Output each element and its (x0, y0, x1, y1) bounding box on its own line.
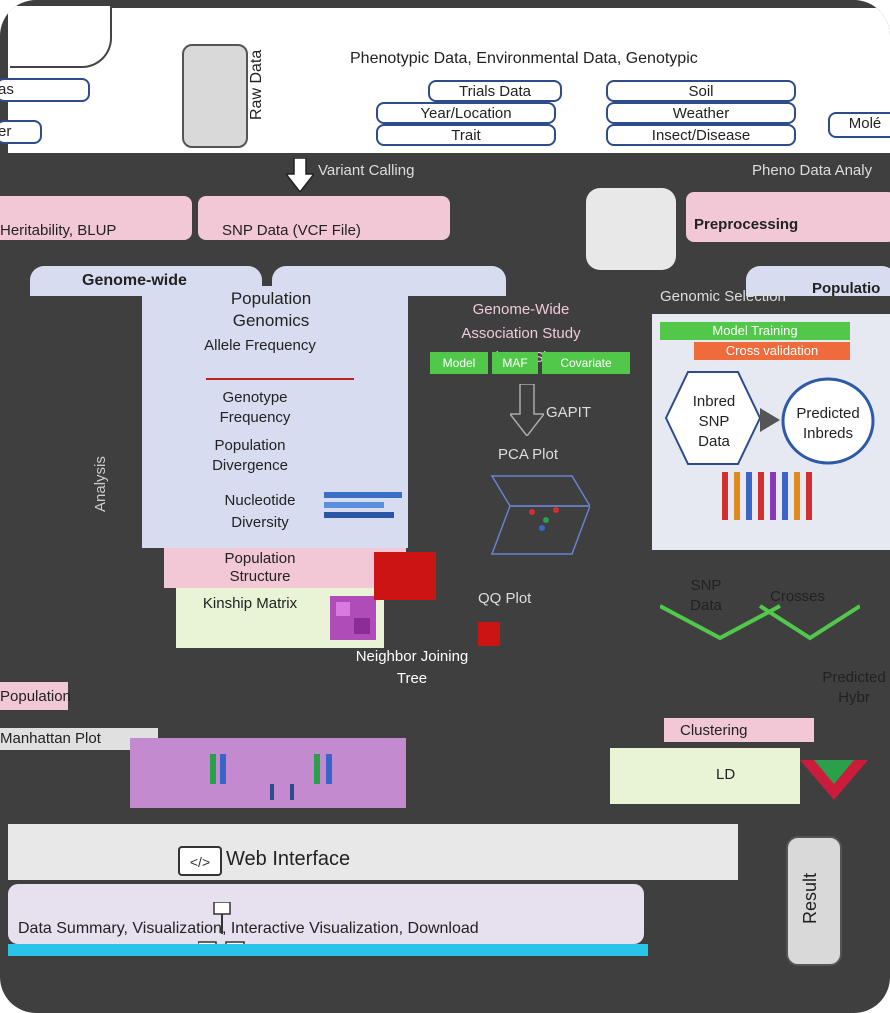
crosses-label: Crosses (770, 588, 826, 605)
pheno-trait: Trait (376, 124, 556, 146)
popgen-allele-frequency: Allele Frequency (204, 337, 316, 354)
web-interface-band (8, 824, 738, 880)
kinship-heatmap-icon (330, 596, 376, 640)
ld-heatmap-icon (800, 760, 868, 800)
geno-molecular: Molé (828, 112, 890, 138)
left-cut-label-2: er (0, 120, 42, 144)
processing-gap-box (586, 188, 676, 270)
gwas-model-button: Model (430, 352, 488, 374)
gapit-label: GAPIT (546, 404, 592, 421)
predicted-inbreds-label: Predicted Inbreds (796, 405, 860, 442)
genomic-selection-label: Genomic Selection (660, 288, 786, 305)
diagram-canvas: Raw Data Phenotypic Data, Environmental … (0, 0, 890, 1013)
heritability-label: Heritability, BLUP (0, 222, 117, 239)
pca-3d-plot-icon (490, 475, 590, 555)
gs-model-training-button: Model Training (660, 322, 850, 340)
bottom-line-label: Data Summary, Visualization, Interactive… (18, 920, 479, 937)
ld-box (610, 748, 800, 804)
pca-plot-label: PCA Plot (498, 446, 559, 463)
nucleotide-diversity-heatmap-icon (324, 492, 402, 518)
pheno-year-location: Year/Location (376, 102, 556, 124)
gapit-arrow-icon (510, 384, 544, 436)
variant-calling-label: Variant Calling (318, 162, 415, 179)
left-plot-label: Manhattan Plot (0, 730, 101, 747)
popgen-population-structure: Population Structure (224, 550, 296, 585)
web-interface-label: Web Interface (226, 848, 351, 870)
popgen-population-divergence: Population Divergence (212, 437, 288, 474)
left-population-label: Population (0, 688, 71, 705)
clustering-label: Clustering (680, 722, 748, 739)
neighbor-joining-label: Neighbor Joining Tree (355, 648, 469, 687)
popgen-title: Population Genomics (230, 289, 312, 330)
allele-frequency-line (206, 378, 354, 380)
popgen-kinship-matrix: Kinship Matrix (202, 595, 298, 612)
bottom-cyan-strip (8, 944, 648, 956)
diagram-frame: Raw Data Phenotypic Data, Environmental … (0, 0, 890, 1013)
gwas-maf-button: MAF (492, 352, 538, 374)
ld-label: LD (716, 766, 736, 783)
top-header-line: Phenotypic Data, Environmental Data, Gen… (350, 50, 698, 67)
env-weather: Weather (606, 102, 796, 124)
preprocessing-label: Preprocessing (694, 216, 799, 233)
predicted-hybr-label: Predicted Hybr (822, 669, 886, 706)
gs-down-arrows-icon (660, 604, 860, 641)
gs-cross-validation-button: Cross validation (694, 342, 850, 360)
env-soil: Soil (606, 80, 796, 102)
right-arrow-icon (760, 408, 780, 432)
manhattan-bars-icon (210, 754, 332, 800)
result-label: Result (800, 872, 820, 924)
top-left-rounded-tab (10, 6, 112, 68)
gs-stripes-icon (722, 472, 812, 520)
qq-plot-label: QQ Plot (478, 590, 532, 607)
left-cut-label-1: as (0, 78, 90, 102)
population-right-label: Populatio (812, 280, 881, 297)
popgen-nucleotide-diversity: Nucleotide Diversity (224, 492, 296, 531)
raw-data-label: Raw Data (248, 49, 265, 120)
inbred-snp-label: Inbred SNP Data (692, 393, 736, 450)
pheno-trials-data: Trials Data (428, 80, 562, 102)
snp-data-label: SNP Data (VCF File) (222, 222, 361, 239)
side-vertical-label: Analysis (92, 456, 109, 512)
popgen-genotype-frequency: Genotype Frequency (219, 389, 291, 426)
env-insect-disease: Insect/Disease (606, 124, 796, 146)
code-icon: </> (178, 846, 222, 876)
qq-plot-red-bar (478, 622, 500, 646)
structure-red-bar (374, 552, 436, 600)
gwas-covariate-button: Covariate (542, 352, 630, 374)
raw-data-box (182, 44, 248, 148)
pheno-analysis-label: Pheno Data Analy (752, 162, 873, 179)
down-arrow-icon (286, 158, 314, 192)
svg-text:</>: </> (190, 854, 210, 870)
